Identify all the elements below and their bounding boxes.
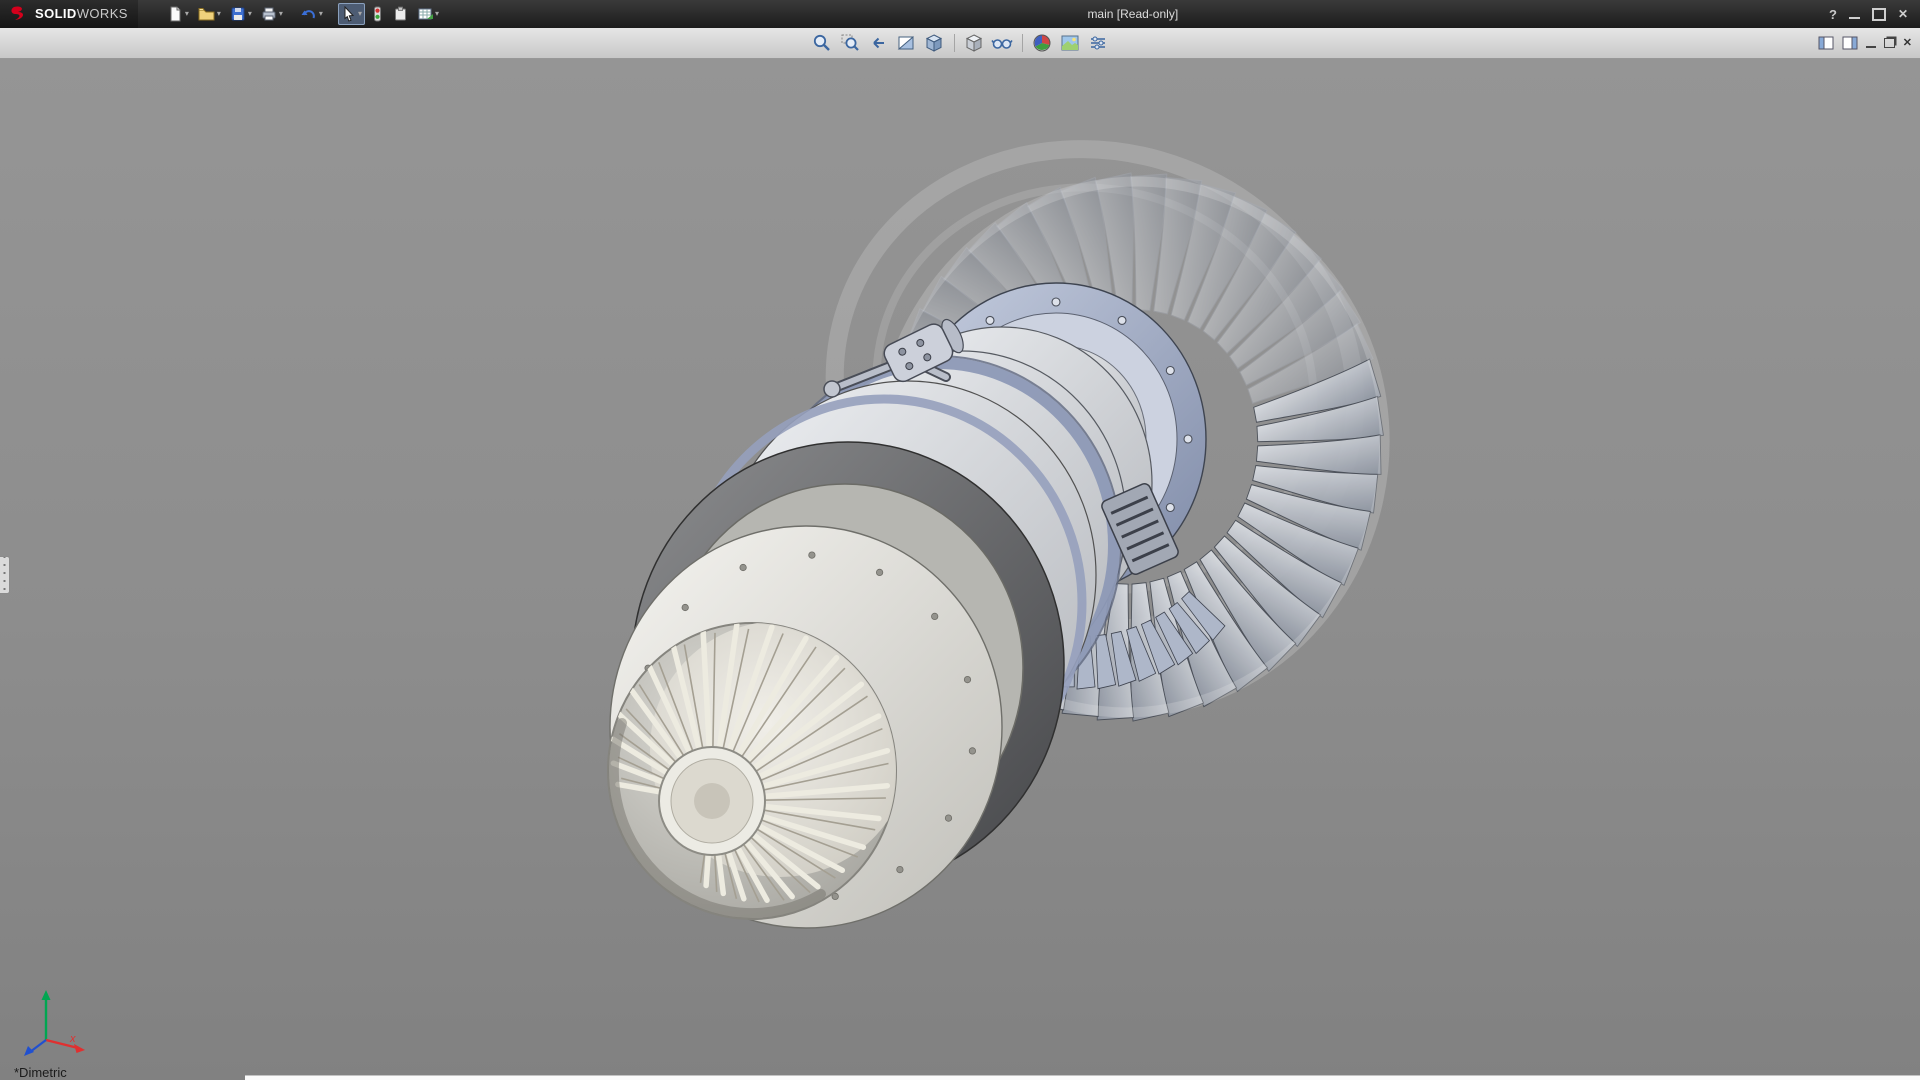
engine-3d-model[interactable] — [0, 59, 1920, 1080]
tile-pane-left-icon[interactable] — [1818, 36, 1834, 50]
doc-restore-button[interactable] — [1884, 38, 1895, 48]
toolbar-separator — [954, 34, 955, 52]
display-style-icon — [964, 33, 984, 53]
document-title: main [Read-only] — [1087, 0, 1178, 28]
zoom-to-fit-icon — [812, 33, 832, 53]
triad-z-arrowhead — [24, 1046, 34, 1056]
view-settings-icon — [1088, 33, 1108, 53]
brand-solid: SOLID — [35, 6, 77, 21]
select-cursor-icon — [341, 6, 356, 22]
orientation-triad: x — [8, 980, 92, 1064]
edit-appearance-button[interactable] — [1030, 31, 1055, 55]
view-settings-button[interactable] — [1086, 31, 1111, 55]
engine-assembly — [608, 88, 1435, 928]
save-button[interactable]: ▾ — [227, 3, 255, 25]
apply-scene-button[interactable] — [1058, 31, 1083, 55]
triad-x-arrowhead — [74, 1044, 85, 1053]
document-window-controls: ✕ — [1818, 28, 1912, 58]
print-button[interactable]: ▾ — [258, 3, 286, 25]
print-icon — [261, 6, 277, 22]
view-orientation-label: *Dimetric — [14, 1065, 67, 1080]
dropdown-caret-icon[interactable]: ▾ — [319, 10, 323, 18]
design-table-button[interactable]: ▾ — [414, 3, 442, 25]
zoom-area-icon — [840, 33, 860, 53]
close-button[interactable]: ✕ — [1898, 7, 1908, 21]
undo-button[interactable]: ▾ — [298, 3, 326, 25]
open-folder-icon — [198, 6, 215, 22]
titlebar: SOLIDWORKS ▾ ▾ ▾ ▾ — [0, 0, 1920, 28]
options-clipboard-icon — [393, 6, 408, 22]
ds-logo-icon — [10, 6, 30, 23]
apply-scene-icon — [1060, 33, 1080, 53]
select-button[interactable]: ▾ — [338, 3, 365, 25]
heads-up-view-toolbar — [810, 31, 1111, 55]
window-controls: ? ✕ — [1829, 7, 1920, 22]
options-button[interactable] — [390, 3, 411, 25]
dropdown-caret-icon[interactable]: ▾ — [217, 10, 221, 18]
solidworks-window: SOLIDWORKS ▾ ▾ ▾ ▾ — [0, 0, 1920, 1080]
rebuild-button[interactable] — [368, 3, 387, 25]
dropdown-caret-icon[interactable]: ▾ — [435, 10, 439, 18]
hide-show-items-button[interactable] — [990, 31, 1015, 55]
view-toolbar-row: ✕ — [0, 28, 1920, 59]
lever-pivot — [824, 381, 840, 397]
triad-y-arrowhead — [42, 990, 51, 1000]
design-table-icon — [417, 6, 433, 22]
brand-works: WORKS — [77, 6, 128, 21]
feature-manager-collapse-tab[interactable] — [0, 556, 10, 594]
zoom-area-button[interactable] — [838, 31, 863, 55]
previous-view-icon — [868, 33, 888, 53]
section-view-button[interactable] — [894, 31, 919, 55]
rebuild-stoplight-icon — [371, 6, 384, 22]
minimize-button[interactable] — [1849, 17, 1860, 19]
doc-minimize-button[interactable] — [1866, 46, 1876, 48]
open-button[interactable]: ▾ — [195, 3, 224, 25]
dropdown-caret-icon[interactable]: ▾ — [279, 10, 283, 18]
view-orientation-icon — [924, 33, 944, 53]
standard-toolbar: ▾ ▾ ▾ ▾ ▾ — [164, 3, 442, 25]
dropdown-caret-icon[interactable]: ▾ — [185, 10, 189, 18]
dropdown-caret-icon[interactable]: ▾ — [358, 10, 362, 18]
hide-show-items-icon — [991, 33, 1013, 53]
toolbar-separator — [1022, 34, 1023, 52]
zoom-to-fit-button[interactable] — [810, 31, 835, 55]
previous-view-button[interactable] — [866, 31, 891, 55]
solidworks-logo: SOLIDWORKS — [0, 0, 138, 28]
display-style-button[interactable] — [962, 31, 987, 55]
triad-z-axis — [30, 1040, 46, 1052]
dropdown-caret-icon[interactable]: ▾ — [248, 10, 252, 18]
edit-appearance-icon — [1032, 33, 1052, 53]
view-orientation-button[interactable] — [922, 31, 947, 55]
help-button[interactable]: ? — [1829, 7, 1837, 22]
undo-arrow-icon — [301, 6, 317, 22]
graphics-area[interactable]: x *Dimetric — [0, 59, 1920, 1080]
triad-x-label: x — [69, 1033, 76, 1045]
maximize-button[interactable] — [1872, 8, 1886, 21]
new-document-icon — [167, 6, 183, 22]
save-floppy-icon — [230, 6, 246, 22]
new-document-button[interactable]: ▾ — [164, 3, 192, 25]
doc-close-button[interactable]: ✕ — [1903, 38, 1912, 49]
cone-tip-center — [694, 783, 730, 819]
tile-pane-right-icon[interactable] — [1842, 36, 1858, 50]
section-view-icon — [896, 33, 916, 53]
status-bar-strip — [245, 1075, 1920, 1080]
